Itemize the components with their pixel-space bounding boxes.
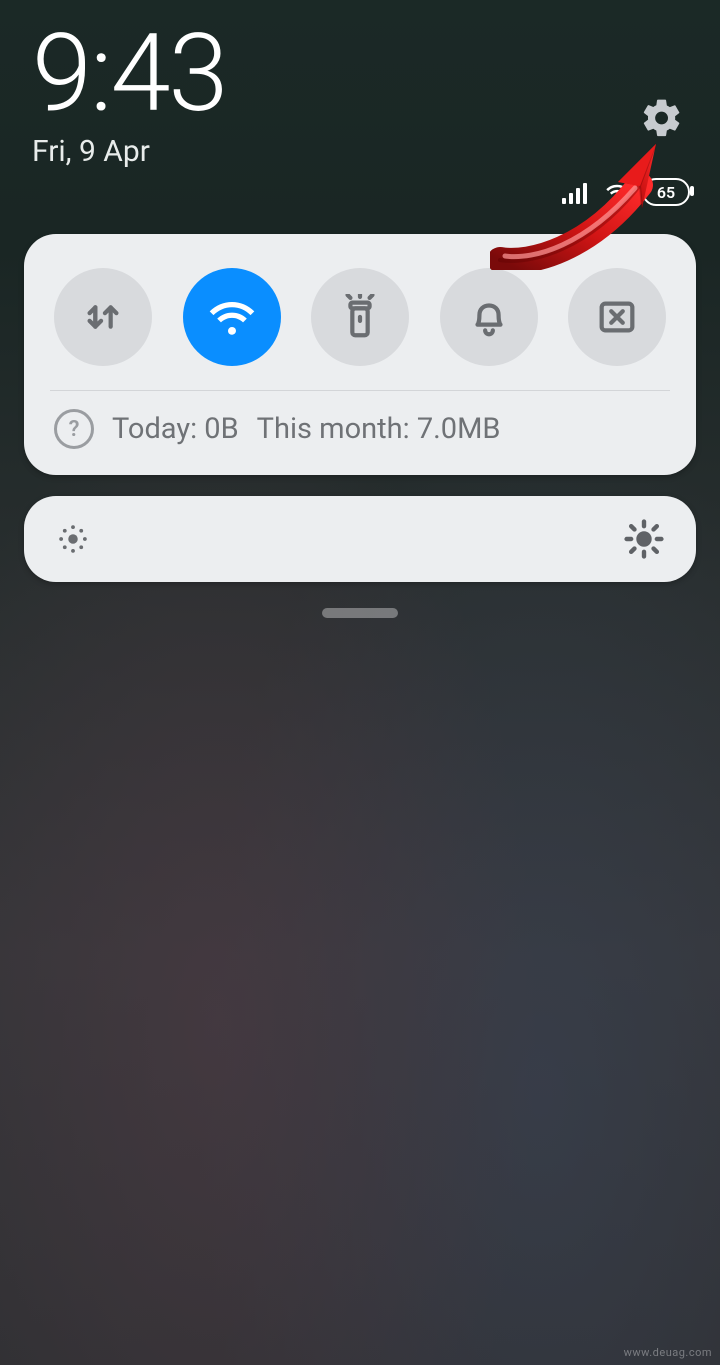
data-usage-row[interactable]: ? Today: 0B This month: 7.0MB bbox=[54, 409, 666, 449]
settings-button[interactable] bbox=[640, 96, 684, 140]
flashlight-icon bbox=[337, 294, 383, 340]
battery-indicator: 65 bbox=[642, 178, 690, 206]
help-icon: ? bbox=[54, 409, 94, 449]
wifi-toggle[interactable] bbox=[183, 268, 281, 366]
clock-date: Fri, 9 Apr bbox=[32, 134, 690, 169]
brightness-high-icon bbox=[622, 517, 666, 561]
bell-icon bbox=[466, 294, 512, 340]
battery-percent: 65 bbox=[657, 183, 675, 202]
mobile-data-toggle[interactable] bbox=[54, 268, 152, 366]
data-usage-today: Today: 0B bbox=[112, 412, 239, 446]
wifi-status-icon bbox=[602, 180, 632, 204]
watermark: www.deuag.com bbox=[624, 1346, 712, 1359]
cellular-signal-icon bbox=[562, 180, 592, 204]
quick-toggle-row bbox=[54, 268, 666, 366]
shade-drag-handle[interactable] bbox=[322, 608, 398, 618]
gear-icon bbox=[640, 96, 684, 140]
sound-toggle[interactable] bbox=[440, 268, 538, 366]
brightness-slider[interactable] bbox=[24, 496, 696, 582]
notification-shade-header: 9:43 Fri, 9 Apr 65 bbox=[0, 0, 720, 169]
screenshot-toggle[interactable] bbox=[568, 268, 666, 366]
screenshot-icon bbox=[594, 294, 640, 340]
brightness-track[interactable] bbox=[124, 536, 596, 542]
mobile-data-icon bbox=[80, 294, 126, 340]
status-icons: 65 bbox=[562, 178, 690, 206]
quick-settings-panel: ? Today: 0B This month: 7.0MB bbox=[24, 234, 696, 475]
divider bbox=[50, 390, 670, 391]
clock-time: 9:43 bbox=[32, 20, 690, 128]
flashlight-toggle[interactable] bbox=[311, 268, 409, 366]
brightness-low-icon bbox=[54, 520, 92, 558]
wifi-icon bbox=[207, 292, 257, 342]
data-usage-month: This month: 7.0MB bbox=[257, 412, 501, 446]
